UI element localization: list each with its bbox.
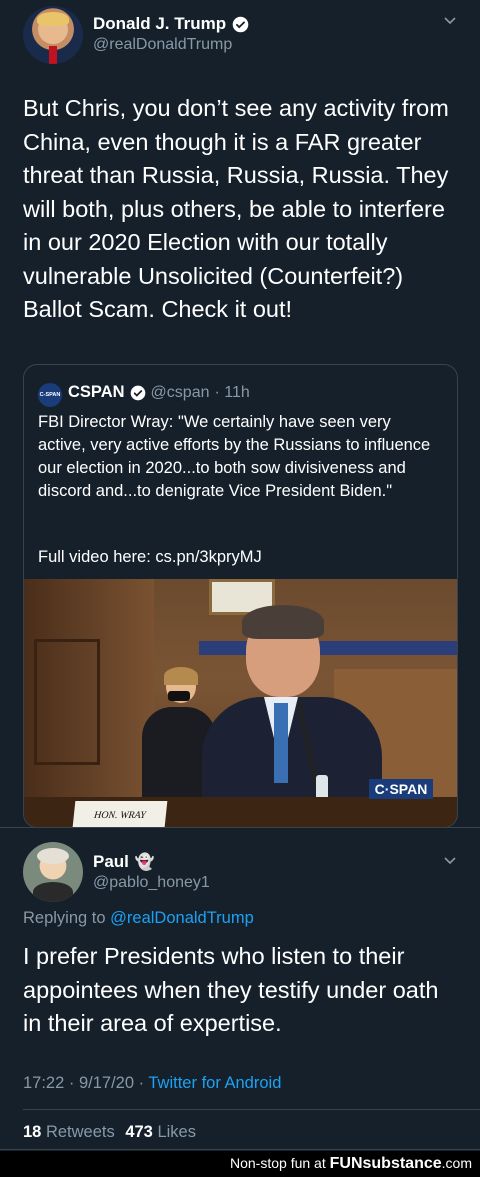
chevron-down-icon[interactable] xyxy=(442,852,458,873)
quote-time: · 11h xyxy=(214,383,250,401)
verified-icon xyxy=(130,385,145,400)
chevron-down-icon[interactable] xyxy=(442,12,458,33)
quote-author-handle: @cspan xyxy=(150,383,210,401)
cspan-watermark: C·SPAN xyxy=(369,779,433,799)
verified-icon xyxy=(232,16,249,32)
quote-video-thumbnail[interactable]: HON. WRAY C·SPAN xyxy=(24,579,457,827)
quote-author-name: CSPAN xyxy=(68,383,125,401)
cspan-logo: C-SPAN xyxy=(38,383,62,407)
reply-meta: 17:22 · 9/17/20 · Twitter for Android xyxy=(23,1074,281,1093)
replying-to: Replying to @realDonaldTrump xyxy=(23,909,254,927)
author-name[interactable]: Donald J. Trump xyxy=(93,14,226,34)
quote-text: FBI Director Wray: "We certainly have se… xyxy=(38,413,431,500)
nameplate: HON. WRAY xyxy=(72,801,168,827)
paul-avatar[interactable] xyxy=(23,842,83,902)
replying-to-handle[interactable]: @realDonaldTrump xyxy=(110,909,254,927)
author-handle[interactable]: @realDonaldTrump xyxy=(93,36,232,54)
watermark-suffix: .com xyxy=(441,1155,472,1171)
retweets-count[interactable]: 18 xyxy=(23,1123,41,1141)
reply-author-name[interactable]: Paul xyxy=(93,852,129,872)
reply-text: I prefer Presidents who listen to their … xyxy=(23,943,439,1036)
retweets-label[interactable]: Retweets xyxy=(46,1123,115,1141)
quote-video-link[interactable]: Full video here: cs.pn/3kpryMJ xyxy=(38,546,262,569)
watermark-brand: FUNsubstance xyxy=(329,1155,442,1172)
watermark-prefix: Non-stop fun at xyxy=(230,1155,326,1171)
likes-label[interactable]: Likes xyxy=(157,1123,196,1141)
ghost-icon: 👻 xyxy=(134,854,155,871)
reply-timestamp: 17:22 · 9/17/20 · xyxy=(23,1074,145,1092)
reply-author-handle[interactable]: @pablo_honey1 xyxy=(93,874,210,892)
engagement-stats: 18 Retweets 473 Likes xyxy=(23,1123,196,1142)
reply-source[interactable]: Twitter for Android xyxy=(148,1074,281,1092)
quoted-tweet[interactable]: C-SPAN CSPAN @cspan · 11h FBI Director W… xyxy=(23,364,458,828)
tweet-text: But Chris, you don’t see any activity fr… xyxy=(23,95,449,322)
likes-count[interactable]: 473 xyxy=(125,1123,153,1141)
trump-avatar[interactable] xyxy=(23,6,83,64)
site-watermark-bar: Non-stop fun at FUNsubstance.com xyxy=(0,1151,480,1177)
